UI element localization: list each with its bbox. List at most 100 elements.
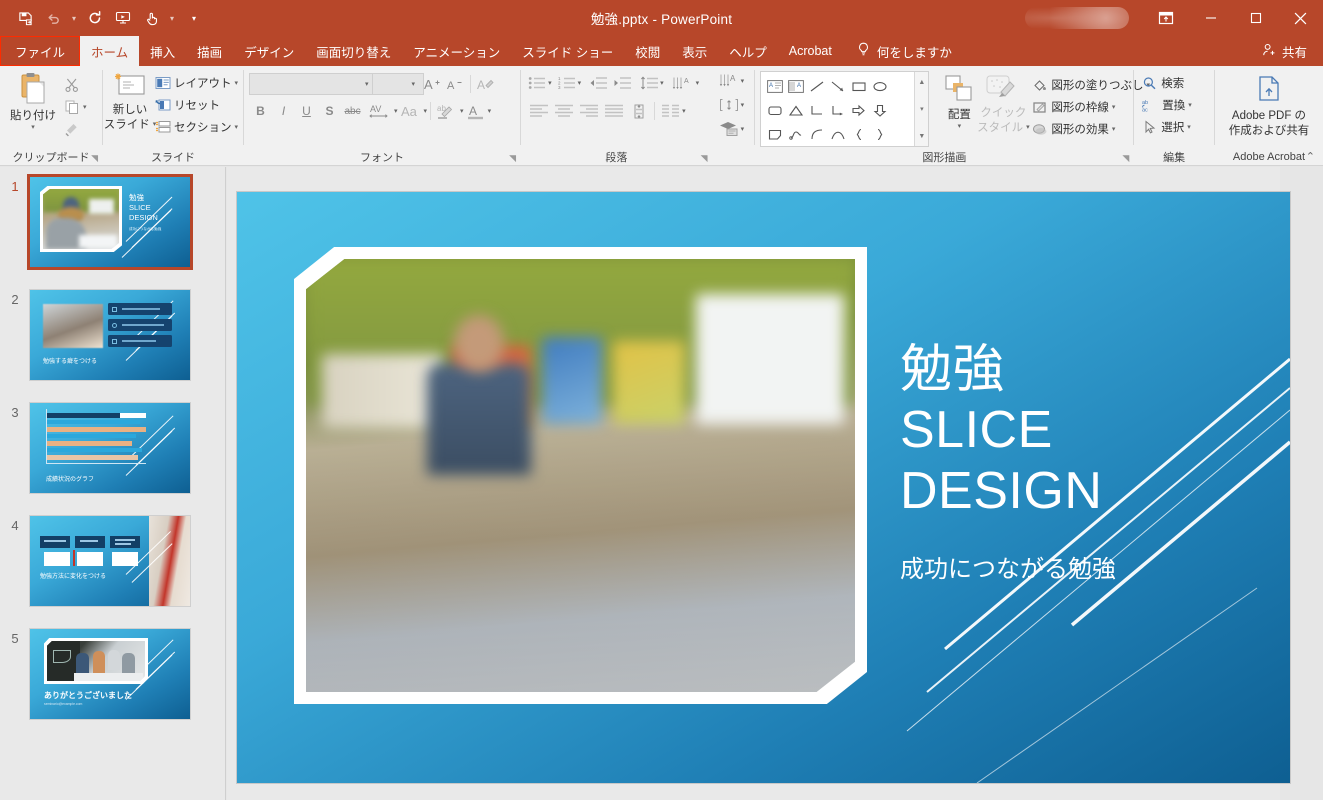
drawing-dialog-launcher[interactable]: ◥ (1122, 153, 1129, 164)
convert-smartart-button[interactable] (717, 118, 741, 140)
bold-button[interactable]: B (249, 100, 272, 122)
slide-photo-frame[interactable] (294, 247, 867, 704)
thumbnail-item[interactable]: 5 ありがとうございました seminario@example.com (0, 628, 225, 720)
thumbnail-slide-3[interactable]: 成績状況のグラフ (29, 402, 191, 494)
italic-button[interactable]: I (272, 100, 295, 122)
clipboard-dialog-launcher[interactable]: ◥ (91, 153, 98, 164)
decrease-font-size-button[interactable]: A (444, 73, 467, 95)
save-icon[interactable] (12, 5, 38, 31)
shape-oval-icon[interactable] (869, 74, 890, 98)
slide-editor-area[interactable]: 勉強 SLICE DESIGN 成功につながる勉強 (227, 167, 1290, 800)
font-name-input[interactable] (249, 73, 378, 95)
shape-down-arrow-icon[interactable] (869, 98, 890, 122)
cut-button[interactable] (61, 74, 90, 96)
tab-help[interactable]: ヘルプ (718, 36, 778, 66)
arrange-button[interactable]: 配置 ▾ (937, 71, 981, 132)
thumbnail-item[interactable]: 4 勉強方法に変化をつける (0, 515, 225, 607)
align-text-box-button[interactable] (717, 94, 741, 116)
decrease-indent-button[interactable] (586, 72, 610, 94)
undo-dropdown-icon[interactable]: ▾ (68, 5, 80, 31)
text-highlight-color-button[interactable]: ab (434, 100, 460, 122)
format-painter-button[interactable] (61, 118, 90, 140)
find-button[interactable]: 検索 (1139, 72, 1195, 94)
tab-home[interactable]: ホーム (80, 36, 140, 66)
select-caret-icon[interactable]: ▾ (1187, 123, 1191, 131)
strikethrough-button[interactable]: abc (341, 100, 364, 122)
numbering-button[interactable]: 123 (556, 72, 578, 94)
shape-line-icon[interactable] (806, 74, 827, 98)
tab-transitions[interactable]: 画面切り替え (305, 36, 402, 66)
bullets-button[interactable] (526, 72, 548, 94)
copy-caret-icon[interactable]: ▾ (83, 103, 87, 111)
shapes-gallery-scrollbar[interactable]: ▲ ▾ ▼ (914, 72, 929, 146)
increase-indent-button[interactable] (610, 72, 634, 94)
gallery-scroll-down-icon[interactable]: ▾ (915, 100, 928, 118)
paragraph-dialog-launcher[interactable]: ◥ (701, 153, 708, 164)
tab-insert[interactable]: 挿入 (139, 36, 186, 66)
customize-qat-icon[interactable]: ▾ (188, 5, 200, 31)
shape-right-arrow-icon[interactable] (848, 98, 869, 122)
touch-mode-icon[interactable] (138, 5, 164, 31)
reset-button[interactable]: リセット (152, 94, 241, 116)
tab-file[interactable]: ファイル (0, 36, 81, 66)
shape-arc-icon[interactable] (806, 122, 827, 146)
thumbnail-slide-5[interactable]: ありがとうございました seminario@example.com (29, 628, 191, 720)
start-slideshow-icon[interactable] (110, 5, 136, 31)
collapse-ribbon-button[interactable]: ⌃ (1306, 150, 1315, 163)
underline-button[interactable]: U (295, 100, 318, 122)
gallery-more-icon[interactable]: ▼ (915, 127, 928, 145)
quick-styles-button[interactable]: クイック スタイル ▾ (977, 71, 1030, 137)
tab-animations[interactable]: アニメーション (402, 36, 511, 66)
shape-left-brace-icon[interactable] (848, 122, 869, 146)
tab-review[interactable]: 校閲 (624, 36, 671, 66)
replace-caret-icon[interactable]: ▾ (1188, 101, 1192, 109)
change-case-button[interactable]: Aa (398, 100, 424, 122)
slide-title[interactable]: 勉強 SLICE DESIGN (900, 340, 1260, 521)
thumbnail-item[interactable]: 3 成績状況のグラフ (0, 402, 225, 494)
section-button[interactable]: セクション ▾ (152, 116, 241, 138)
tab-design[interactable]: デザイン (233, 36, 305, 66)
touch-mode-dropdown-icon[interactable]: ▾ (166, 5, 178, 31)
shape-outline-caret-icon[interactable]: ▾ (1112, 103, 1116, 111)
font-color-button[interactable]: A (464, 100, 488, 122)
shape-textbox-icon[interactable]: A (764, 74, 785, 98)
increase-font-size-button[interactable]: A (421, 73, 444, 95)
layout-button[interactable]: レイアウト ▾ (152, 72, 241, 94)
current-slide[interactable]: 勉強 SLICE DESIGN 成功につながる勉強 (237, 192, 1290, 783)
shape-vertical-textbox-icon[interactable]: A (785, 74, 806, 98)
tab-view[interactable]: 表示 (671, 36, 718, 66)
redo-icon[interactable] (82, 5, 108, 31)
shape-rounded-rectangle-icon[interactable] (764, 98, 785, 122)
user-account-name[interactable] (1025, 7, 1129, 29)
paste-caret-icon[interactable]: ▾ (31, 123, 35, 131)
text-direction-button[interactable]: A (670, 72, 696, 94)
shape-triangle-icon[interactable] (785, 98, 806, 122)
text-shadow-button[interactable]: S (318, 100, 341, 122)
shape-folded-corner-icon[interactable] (764, 122, 785, 146)
shape-freeform-icon[interactable] (785, 122, 806, 146)
arrange-caret-icon[interactable]: ▾ (958, 122, 962, 130)
align-left-button[interactable] (526, 100, 551, 122)
shape-elbow-arrow-icon[interactable] (827, 98, 848, 122)
slide-subtitle[interactable]: 成功につながる勉強 (900, 549, 1260, 584)
gallery-scroll-up-icon[interactable]: ▲ (915, 73, 928, 91)
paste-button[interactable]: 貼り付け ▾ (5, 70, 61, 133)
clear-formatting-button[interactable]: A (474, 73, 497, 95)
shape-elbow-connector-icon[interactable] (806, 98, 827, 122)
thumbnail-slide-4[interactable]: 勉強方法に変化をつける (29, 515, 191, 607)
tab-acrobat[interactable]: Acrobat (778, 36, 843, 66)
copy-button[interactable]: ▾ (61, 96, 90, 118)
line-spacing-button[interactable] (638, 72, 660, 94)
close-button[interactable] (1278, 0, 1323, 36)
maximize-button[interactable] (1233, 0, 1278, 36)
align-center-button[interactable] (551, 100, 576, 122)
shapes-gallery[interactable]: A A ▲ ▾ ▼ (760, 71, 930, 147)
ribbon-display-options-icon[interactable] (1143, 0, 1188, 36)
shape-arrow-icon[interactable] (827, 74, 848, 98)
minimize-button[interactable] (1188, 0, 1233, 36)
thumbnail-slide-1[interactable]: 勉強 SLICE DESIGN 成功につながる勉強 (27, 174, 193, 270)
thumbnail-slide-2[interactable]: 勉強する癖をつける (29, 289, 191, 381)
thumbnail-item[interactable]: 2 勉強する癖をつける (0, 289, 225, 381)
create-pdf-button[interactable]: Adobe PDF の 作成および共有 (1220, 72, 1318, 140)
font-size-input[interactable] (371, 73, 424, 95)
